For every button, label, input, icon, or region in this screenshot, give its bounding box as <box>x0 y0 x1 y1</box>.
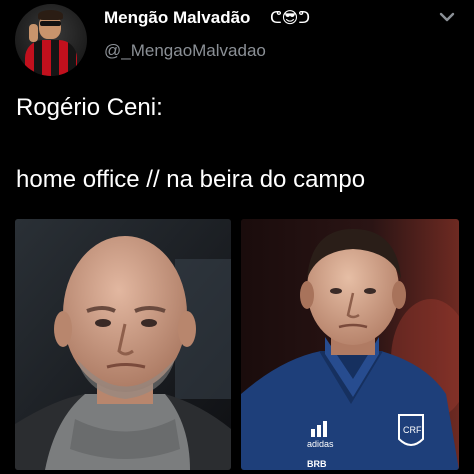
tweet-text-line1: Rogério Ceni: <box>16 94 163 121</box>
adidas-label: adidas <box>307 439 334 449</box>
user-handle[interactable]: @_MengaoMalvadao <box>104 41 266 61</box>
tweet-text-line2: home office // na beira do campo <box>16 166 366 193</box>
avatar-hair <box>38 10 63 20</box>
sponsor-label: BRB <box>307 459 327 469</box>
chevron-down-icon[interactable] <box>436 6 458 28</box>
avatar-shirt <box>25 40 77 76</box>
photo-right[interactable]: adidas CRF BRB <box>241 219 459 470</box>
display-name[interactable]: Mengão Malvadão <box>104 8 250 28</box>
avatar[interactable] <box>15 4 87 76</box>
tweet: Mengão Malvadão ᕦ😎ᕤ @_MengaoMalvadao Rog… <box>0 0 474 474</box>
crest-label: CRF <box>403 425 422 435</box>
avatar-hand <box>29 24 38 42</box>
name-emoji: ᕦ😎ᕤ <box>270 8 311 27</box>
photo-left[interactable] <box>15 219 231 470</box>
avatar-glasses <box>40 21 61 26</box>
